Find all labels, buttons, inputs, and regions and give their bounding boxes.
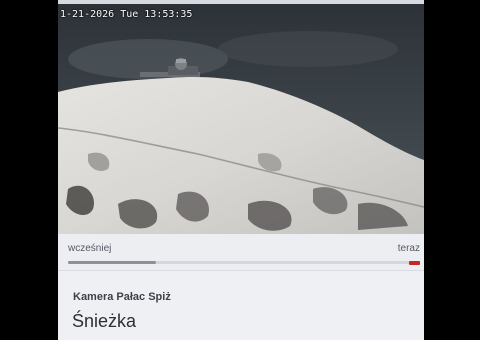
timeline-track[interactable] [68,260,420,265]
webcam-card: 1-21-2026 Tue 13:53:35 wcześniej teraz K… [58,0,424,340]
timeline-earlier-label: wcześniej [68,243,112,254]
webcam-image[interactable]: 1-21-2026 Tue 13:53:35 [58,4,424,234]
camera-subtitle: Kamera Pałac Spiż [73,291,171,303]
camera-timestamp: 1-21-2026 Tue 13:53:35 [60,9,193,20]
timeline-now-label: teraz [397,243,420,254]
cloud [218,31,398,67]
camera-title: Śnieżka [72,311,137,331]
timeline-progress [68,261,156,264]
timeline-scrubber[interactable]: wcześniej teraz [58,234,424,271]
timeline-now-marker[interactable] [409,260,420,265]
camera-info: Kamera Pałac Spiż Śnieżka [58,271,424,340]
mountain-scene [58,4,424,234]
